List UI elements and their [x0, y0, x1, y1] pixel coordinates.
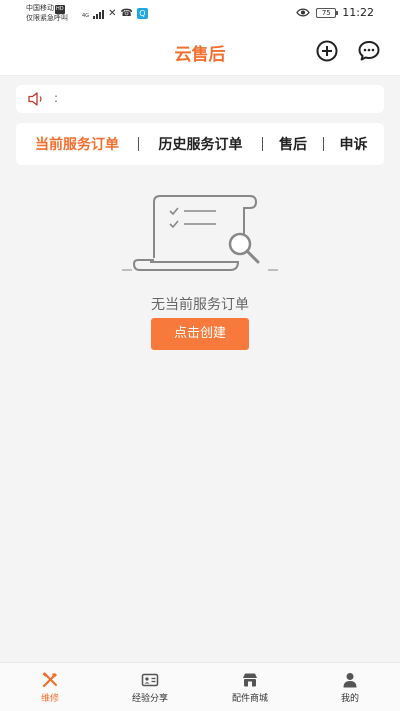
create-order-button[interactable]: 点击创建 [151, 318, 249, 350]
carrier-info: 中国移动 HD 仅限紧急呼叫 [26, 4, 68, 23]
nav-label-parts-store: 配件商城 [231, 694, 268, 704]
clock: 11:22 [342, 6, 374, 19]
notice-bar[interactable]: : [16, 85, 384, 113]
network-type: 4G [82, 13, 90, 19]
emergency-calls-text: 仅限紧急呼叫 [26, 14, 68, 22]
nav-label-experience: 经验分享 [131, 694, 168, 704]
speaker-icon [28, 92, 42, 106]
repair-tools-icon [42, 672, 57, 688]
app-header: 云售后 [0, 28, 400, 76]
order-tabs: 当前服务订单 历史服务订单 售后 申诉 [16, 123, 384, 165]
app-notification-icon: Q [136, 8, 148, 19]
status-right: 75 11:22 [296, 6, 374, 19]
add-circle-icon[interactable] [315, 39, 339, 63]
battery-icon: 75 [316, 7, 339, 18]
hd-badge: HD [55, 5, 65, 14]
nav-item-parts-store[interactable]: 配件商城 [200, 663, 300, 711]
nav-label-mine: 我的 [340, 694, 359, 704]
signal-strength-icon [93, 10, 105, 19]
status-bar: 中国移动 HD 仅限紧急呼叫 4G ✕ ☎ Q 75 11:22 [0, 0, 400, 28]
signal-indicators: 4G ✕ ☎ Q [82, 8, 148, 19]
notice-text: : [54, 91, 59, 105]
tab-appeal[interactable]: 申诉 [324, 134, 383, 154]
carrier-name: 中国移动 [26, 4, 54, 12]
tab-history-orders[interactable]: 历史服务订单 [139, 134, 262, 154]
no-signal-icon: ✕ [108, 8, 117, 19]
nav-label-repair: 维修 [40, 694, 59, 704]
store-icon [243, 673, 257, 687]
person-icon [343, 673, 357, 688]
message-bubble-icon[interactable] [357, 39, 381, 63]
empty-document-icon [122, 195, 278, 271]
page-title: 云售后 [174, 45, 226, 65]
nav-item-repair[interactable]: 维修 [0, 663, 100, 711]
tab-current-orders[interactable]: 当前服务订单 [16, 134, 138, 154]
id-card-icon [141, 673, 159, 687]
empty-state-message: 无当前服务订单 [151, 297, 249, 313]
bottom-navigation: 维修 经验分享 配件商城 我的 [0, 662, 400, 711]
nav-item-experience[interactable]: 经验分享 [100, 663, 200, 711]
nav-item-mine[interactable]: 我的 [300, 663, 400, 711]
eye-icon [296, 8, 311, 17]
alarm-icon: ☎ [120, 8, 133, 19]
tab-after-sales[interactable]: 售后 [263, 134, 323, 154]
